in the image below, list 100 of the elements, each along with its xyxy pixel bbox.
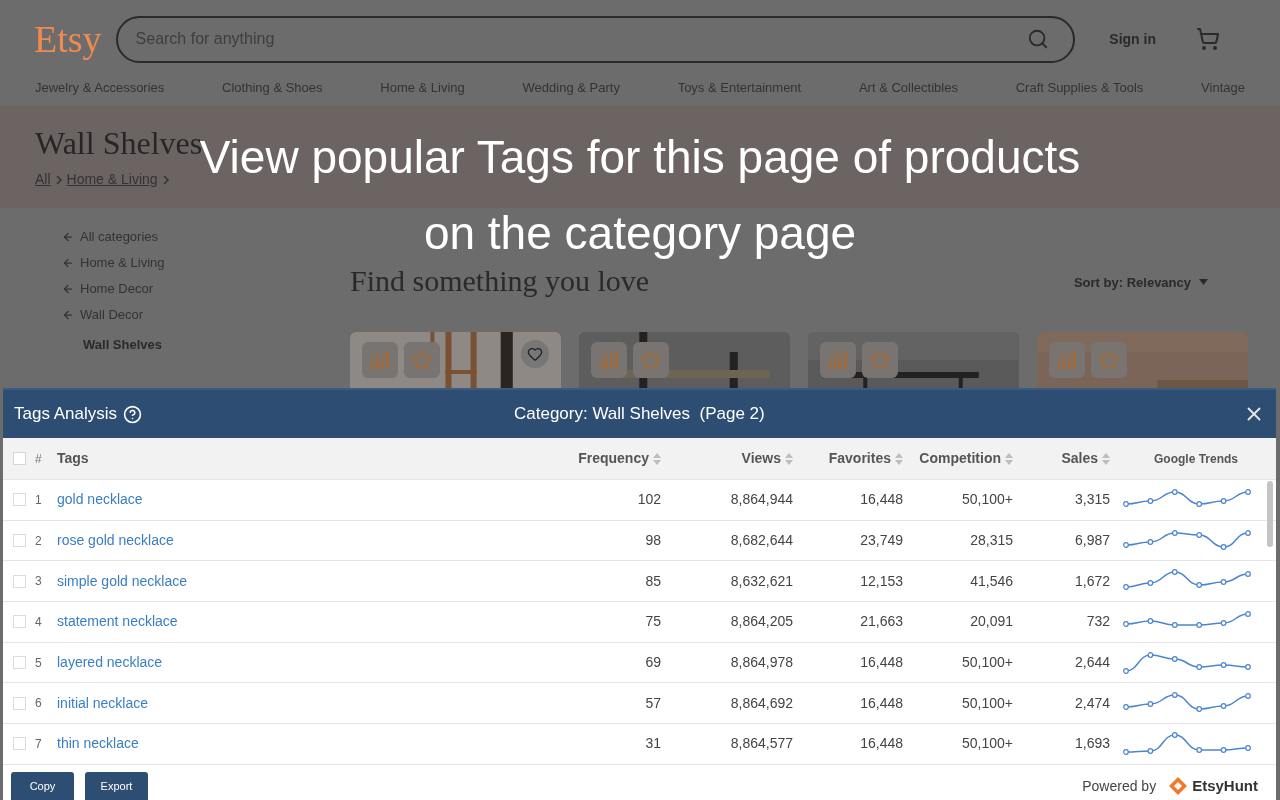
nav-link[interactable]: Wedding & Party	[522, 78, 620, 98]
table-cell-text: 20,091	[970, 612, 1014, 632]
row-checkbox[interactable]	[12, 656, 26, 670]
nav-link[interactable]: Vintage	[1201, 78, 1245, 98]
table-cell-text: 102	[637, 490, 662, 510]
row-checkbox[interactable]	[12, 696, 26, 710]
row-number: 5	[35, 654, 43, 672]
row-checkbox[interactable]	[12, 615, 26, 629]
table-cell-text: 50,100+	[962, 653, 1014, 673]
back-arrow-icon	[62, 257, 74, 269]
row-checkbox[interactable]	[12, 574, 26, 588]
tag-link[interactable]: layered necklace	[57, 652, 163, 674]
table-cell-text: 12,153	[860, 571, 904, 591]
nav-link[interactable]: Craft Supplies & Tools	[1015, 78, 1144, 98]
row-number: 2	[35, 532, 43, 550]
back-arrow-icon	[62, 283, 74, 295]
row-number: 6	[35, 695, 43, 713]
breadcrumb-link[interactable]: Home & Living	[66, 169, 158, 190]
panel-title: Tags Analysis	[14, 403, 117, 426]
chevron-icon	[54, 174, 63, 185]
column-header[interactable]: Views	[741, 448, 781, 469]
brand-logo-icon	[1168, 776, 1189, 796]
category-label: Category: Wall Shelves (Page 2)	[514, 403, 765, 426]
table-cell-text: 50,100+	[962, 490, 1014, 510]
table-cell-text: 2,474	[1074, 693, 1111, 713]
nav-link[interactable]: Home & Living	[380, 78, 465, 98]
sort-icon[interactable]	[785, 452, 793, 465]
caption-text: on the category page	[423, 206, 857, 261]
sort-icon[interactable]	[653, 452, 661, 465]
table-cell-text: 16,448	[860, 490, 904, 510]
row-number: 1	[35, 491, 43, 509]
search-icon[interactable]	[1027, 28, 1050, 50]
table-cell-text: 57	[645, 693, 662, 713]
scrollbar[interactable]	[1267, 481, 1273, 547]
action-button[interactable]: Export	[85, 772, 148, 800]
bar-chart-icon[interactable]	[598, 350, 620, 370]
category-link[interactable]: All categories	[80, 227, 159, 247]
nav-link[interactable]: Art & Collectibles	[858, 78, 958, 98]
column-header[interactable]: Competition	[919, 448, 1001, 469]
table-cell-text: 8,864,978	[730, 653, 794, 673]
column-header: Google Trends	[1154, 450, 1238, 468]
heart-icon[interactable]	[527, 346, 543, 362]
table-cell-text: 16,448	[860, 693, 904, 713]
breadcrumb-link[interactable]: All	[35, 169, 51, 190]
table-cell-text: 16,448	[860, 653, 904, 673]
back-arrow-icon	[62, 231, 74, 243]
sort-icon[interactable]	[895, 452, 903, 465]
star-icon[interactable]	[1098, 349, 1120, 371]
column-header[interactable]: Sales	[1061, 448, 1098, 469]
column-header: Tags	[57, 449, 89, 468]
column-header[interactable]: Favorites	[828, 448, 891, 469]
column-header[interactable]: Frequency	[578, 448, 649, 469]
table-cell-text: 21,663	[860, 612, 904, 632]
bar-chart-icon[interactable]	[827, 350, 849, 370]
caption-text: View popular Tags for this page of products	[199, 130, 1081, 185]
row-checkbox[interactable]	[12, 493, 26, 507]
bar-chart-icon[interactable]	[369, 350, 391, 370]
sort-icon[interactable]	[1102, 452, 1110, 465]
star-icon[interactable]	[640, 349, 662, 371]
tag-link[interactable]: initial necklace	[57, 692, 149, 714]
star-icon[interactable]	[869, 349, 891, 371]
nav-link[interactable]: Toys & Entertainment	[677, 78, 802, 98]
table-cell-text: 1,672	[1074, 571, 1111, 591]
action-button[interactable]: Copy	[11, 772, 74, 800]
table-cell-text: 28,315	[970, 531, 1014, 551]
star-icon[interactable]	[411, 349, 433, 371]
category-link[interactable]: Home Decor	[80, 279, 153, 299]
select-all-checkbox[interactable]	[12, 452, 26, 465]
sort-icon[interactable]	[1005, 452, 1013, 465]
table-cell-text: 8,864,577	[730, 734, 794, 754]
category-link[interactable]: Home & Living	[80, 253, 165, 273]
sign-in-link[interactable]: Sign in	[1109, 28, 1156, 50]
column-header: #	[35, 450, 42, 468]
back-arrow-icon	[62, 309, 74, 321]
table-cell-text: 8,864,692	[730, 693, 794, 713]
row-checkbox[interactable]	[12, 534, 26, 548]
tag-link[interactable]: simple gold necklace	[57, 570, 187, 592]
sort-dropdown[interactable]: Sort by: Relevancy	[1073, 272, 1208, 292]
nav-link[interactable]: Jewelry & Accessories	[35, 78, 165, 98]
tag-link[interactable]: gold necklace	[57, 489, 143, 511]
row-number: 3	[35, 573, 43, 591]
row-number: 7	[35, 735, 43, 753]
row-number: 4	[35, 613, 43, 631]
current-category: Wall Shelves	[83, 337, 162, 352]
table-cell-text: 3,315	[1074, 490, 1111, 510]
help-icon[interactable]	[123, 404, 142, 424]
tag-link[interactable]: statement necklace	[57, 611, 178, 633]
chevron-icon	[161, 174, 170, 185]
nav-link[interactable]: Clothing & Shoes	[222, 78, 323, 98]
tag-link[interactable]: thin necklace	[57, 733, 139, 755]
row-checkbox[interactable]	[12, 737, 26, 751]
table-cell-text: 8,864,944	[730, 490, 794, 510]
table-cell-text: 50,100+	[962, 734, 1014, 754]
bar-chart-icon[interactable]	[1056, 350, 1078, 370]
etsy-logo[interactable]: Etsy	[34, 20, 102, 58]
cart-icon[interactable]	[1196, 27, 1220, 51]
category-link[interactable]: Wall Decor	[80, 305, 144, 325]
table-cell-text: 69	[645, 653, 662, 673]
tag-link[interactable]: rose gold necklace	[57, 530, 174, 552]
table-cell-text: 732	[1086, 612, 1111, 632]
